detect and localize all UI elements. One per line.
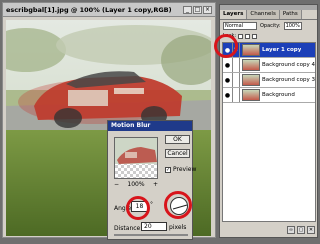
brush-icon bbox=[233, 73, 240, 87]
preview-checkbox[interactable]: ✓ bbox=[165, 166, 171, 173]
layer-thumbnail bbox=[242, 59, 260, 71]
distance-unit: pixels bbox=[169, 224, 187, 231]
zoom-level: 100% bbox=[127, 181, 145, 188]
opacity-input[interactable]: 100% bbox=[283, 21, 302, 30]
layer-thumbnail bbox=[242, 44, 260, 56]
distance-input[interactable]: 20 bbox=[141, 222, 167, 231]
panel-bottom-bar: ∞ ▢ ✕ bbox=[222, 225, 315, 235]
angle-dial-icon bbox=[172, 204, 188, 210]
tab-paths[interactable]: Paths bbox=[279, 10, 302, 19]
layer-name: Background copy 3 bbox=[262, 77, 315, 83]
preview-thumbnail bbox=[115, 138, 157, 164]
blend-mode-select[interactable]: Normal bbox=[223, 21, 257, 30]
lock-image-checkbox[interactable] bbox=[245, 33, 251, 39]
brush-icon: ✎ bbox=[233, 43, 240, 57]
lock-position-checkbox[interactable] bbox=[252, 33, 258, 39]
blur-preview[interactable] bbox=[114, 137, 158, 179]
document-title: escribgbal[1].jpg @ 100% (Layer 1 copy,R… bbox=[6, 5, 172, 14]
zoom-controls: − 100% + bbox=[114, 181, 158, 188]
angle-input[interactable]: 18 bbox=[131, 201, 148, 212]
preview-label: Preview bbox=[173, 166, 197, 173]
preview-checkbox-row[interactable]: ✓ Preview bbox=[165, 166, 196, 173]
layer-row[interactable]: ● Background copy 4 bbox=[223, 58, 315, 73]
eye-icon[interactable]: ● bbox=[223, 73, 233, 87]
panel-tabs: Layers Channels Paths bbox=[220, 10, 317, 20]
tab-channels[interactable]: Channels bbox=[247, 10, 280, 19]
layer-name: Background bbox=[262, 92, 295, 98]
document-titlebar[interactable]: escribgbal[1].jpg @ 100% (Layer 1 copy,R… bbox=[3, 3, 215, 17]
new-layer-icon[interactable]: ▢ bbox=[297, 226, 305, 234]
eye-icon[interactable]: ● bbox=[223, 43, 233, 57]
brush-icon bbox=[233, 58, 240, 72]
eye-icon[interactable]: ● bbox=[223, 88, 233, 102]
distance-label: Distance: bbox=[114, 225, 143, 232]
layer-name: Layer 1 copy bbox=[262, 47, 302, 53]
zoom-in-button[interactable]: + bbox=[153, 181, 158, 188]
distance-slider[interactable] bbox=[114, 234, 188, 236]
maximize-button[interactable]: □ bbox=[193, 5, 202, 14]
degree-symbol: ° bbox=[150, 201, 153, 208]
layer-name: Background copy 4 bbox=[262, 62, 315, 68]
tab-layers[interactable]: Layers bbox=[220, 10, 248, 19]
ok-button[interactable]: OK bbox=[165, 135, 190, 144]
layer-thumbnail bbox=[242, 74, 260, 86]
cancel-button[interactable]: Cancel bbox=[165, 149, 190, 158]
angle-dial[interactable] bbox=[170, 197, 188, 215]
brush-icon bbox=[233, 88, 240, 102]
lock-label: Lock: bbox=[223, 33, 237, 39]
zoom-out-button[interactable]: − bbox=[114, 181, 119, 188]
layer-row[interactable]: ● Background copy 3 bbox=[223, 73, 315, 88]
motion-blur-dialog: Motion Blur − 100% + OK Cancel ✓ Preview… bbox=[107, 120, 196, 240]
opacity-label: Opacity: bbox=[260, 22, 281, 29]
link-icon[interactable]: ∞ bbox=[287, 226, 295, 234]
layer-list: ● ✎ Layer 1 copy ● Background copy 4 ● B… bbox=[222, 42, 316, 222]
minimize-button[interactable]: _ bbox=[183, 5, 192, 14]
eye-icon[interactable]: ● bbox=[223, 58, 233, 72]
trash-icon[interactable]: ✕ bbox=[307, 226, 315, 234]
layer-options: Normal Opacity: 100% bbox=[220, 20, 317, 31]
layer-thumbnail bbox=[242, 89, 260, 101]
lock-row: Lock: bbox=[220, 31, 317, 41]
layer-row[interactable]: ● ✎ Layer 1 copy bbox=[223, 43, 315, 58]
dialog-title[interactable]: Motion Blur bbox=[108, 121, 192, 131]
lock-transparency-checkbox[interactable] bbox=[238, 33, 244, 39]
layer-row[interactable]: ● Background bbox=[223, 88, 315, 103]
layers-panel: Layers Channels Paths Normal Opacity: 10… bbox=[219, 4, 318, 238]
window-controls: _ □ × bbox=[183, 5, 212, 14]
close-button[interactable]: × bbox=[203, 5, 212, 14]
